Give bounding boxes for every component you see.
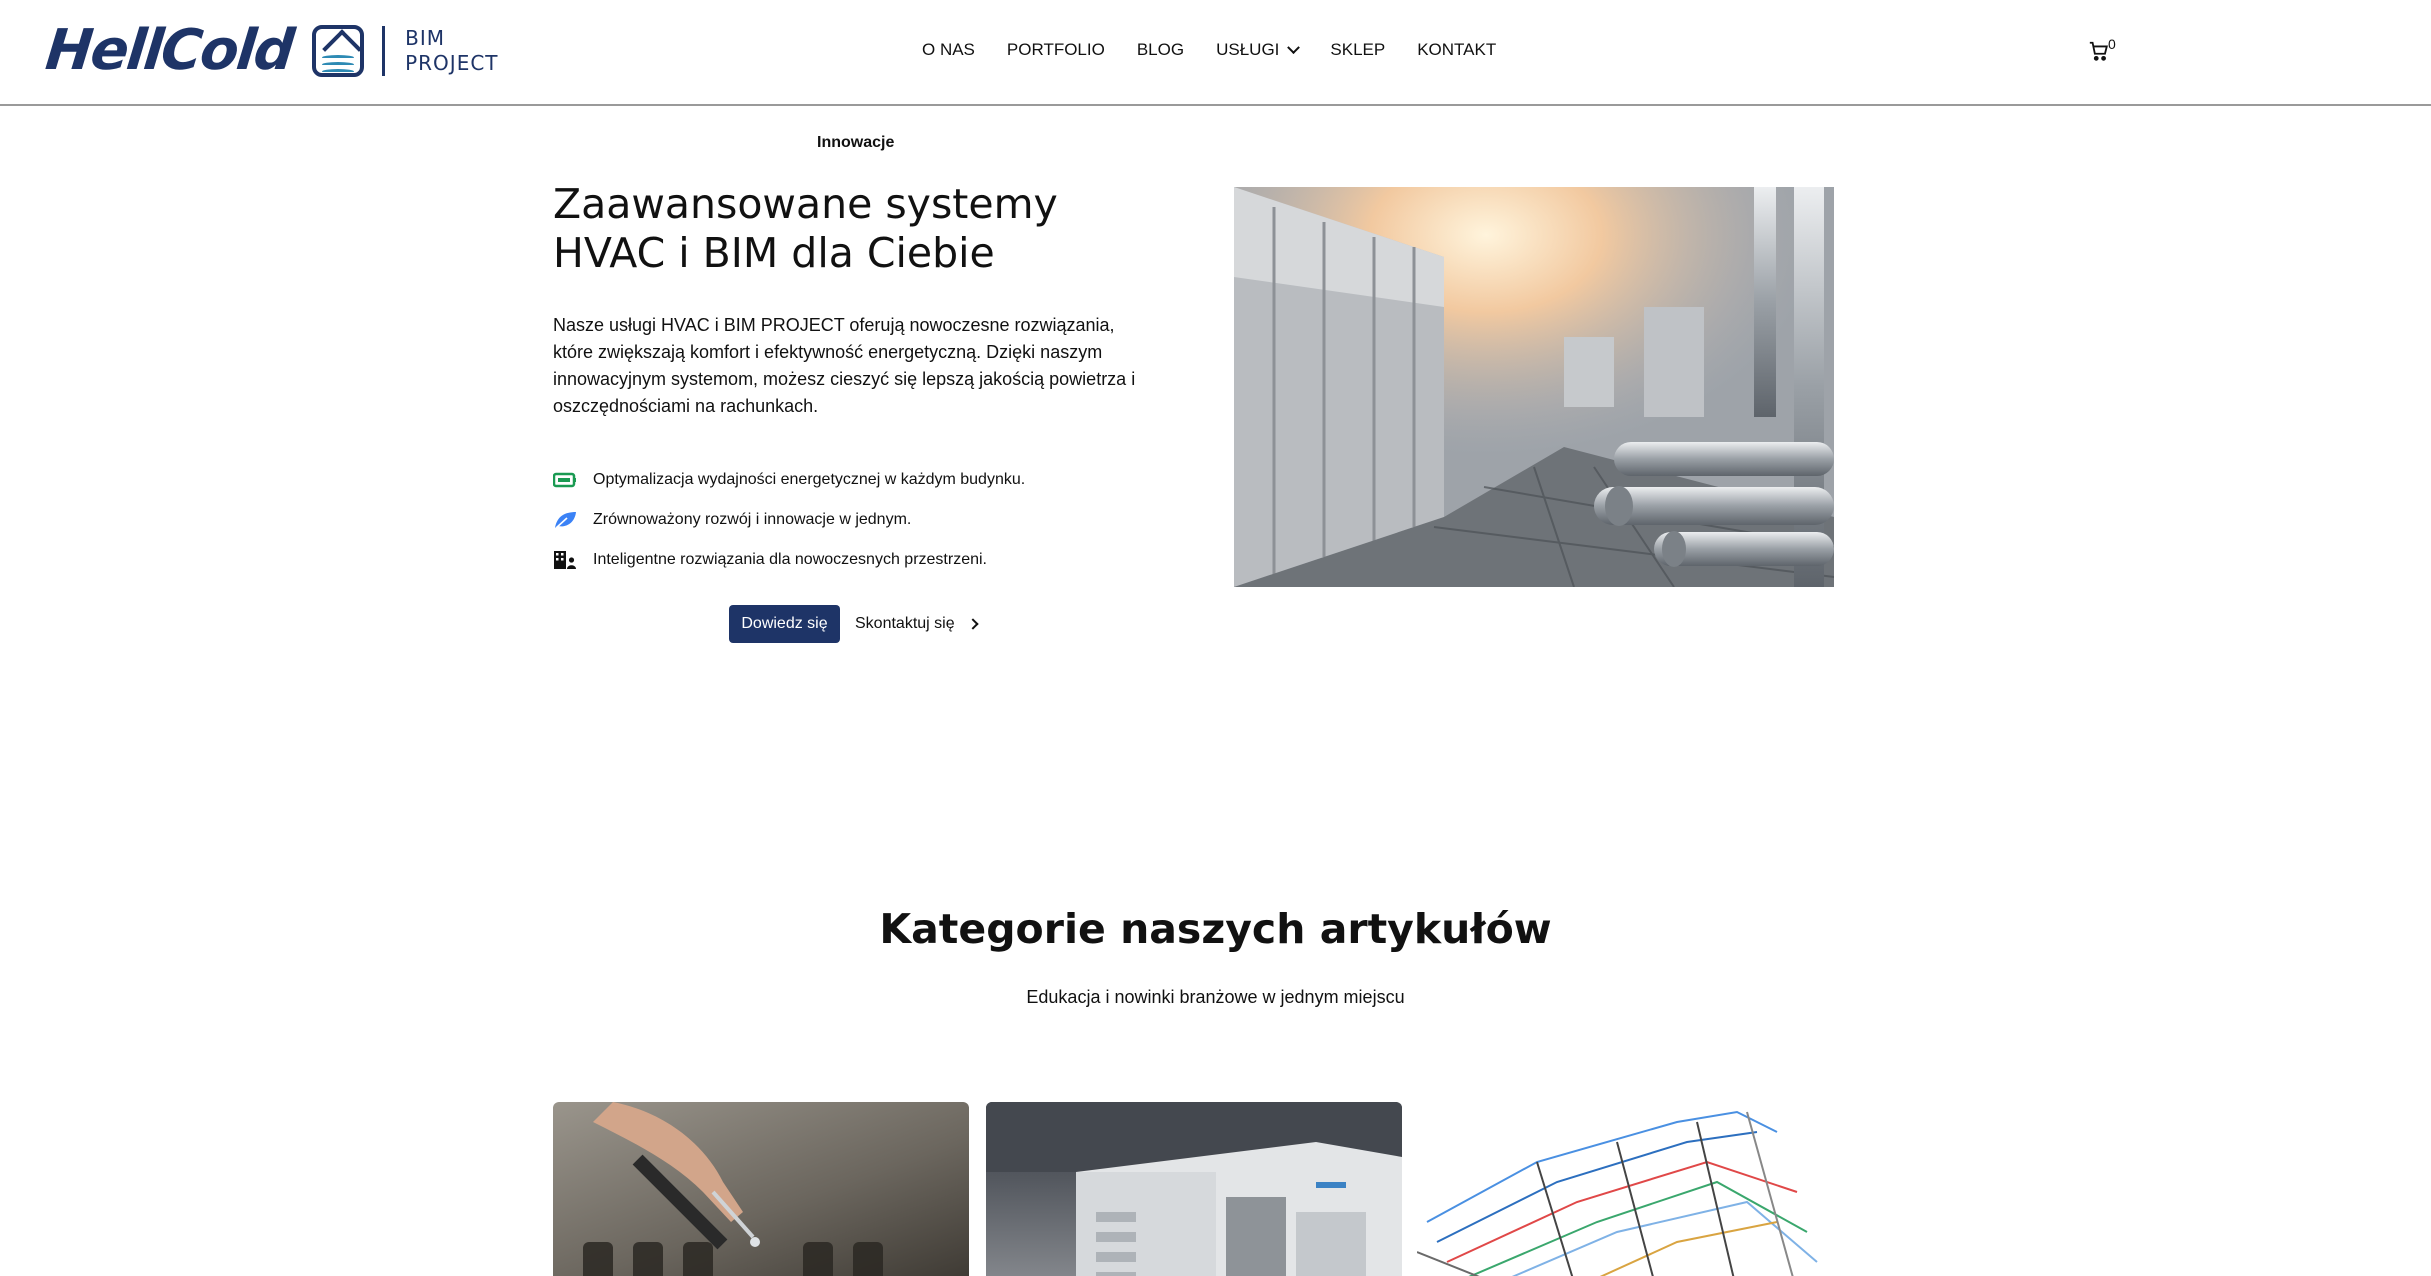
site-header: HellCold BIM PROJECT O NAS PORTFOLIO BLO…: [0, 0, 2431, 106]
feature-list: Optymalizacja wydajności energetycznej w…: [553, 460, 1025, 580]
cart-icon: [2089, 41, 2108, 61]
nav-item-kontakt[interactable]: KONTAKT: [1417, 40, 1496, 60]
battery-icon: [553, 470, 577, 490]
main-nav: O NAS PORTFOLIO BLOG USŁUGI SKLEP KONTAK…: [922, 40, 1528, 60]
feature-text: Optymalizacja wydajności energetycznej w…: [593, 471, 1026, 488]
hero-tagline: Innowacje: [817, 134, 895, 151]
learn-more-button[interactable]: Dowiedz się: [729, 605, 840, 643]
nav-item-uslugi[interactable]: USŁUGI: [1216, 40, 1301, 60]
nav-item-blog[interactable]: BLOG: [1137, 40, 1184, 60]
logo-subtitle: BIM PROJECT: [405, 26, 499, 75]
categories-title: Kategorie naszych artykułów: [879, 905, 1552, 953]
feature-text: Zrównoważony rozwój i innowacje w jednym…: [593, 511, 912, 528]
hero-description: Nasze usługi HVAC i BIM PROJECT oferują …: [553, 315, 1136, 416]
cart-count-badge: 0: [2108, 36, 2116, 52]
category-card-image-2[interactable]: [986, 1102, 1402, 1276]
nav-item-o-nas[interactable]: O NAS: [922, 40, 975, 60]
contact-link[interactable]: Skontaktuj się: [855, 605, 979, 643]
contact-link-label: Skontaktuj się: [855, 615, 955, 632]
list-item: Inteligentne rozwiązania dla nowoczesnyc…: [553, 540, 1025, 580]
nav-item-portfolio[interactable]: PORTFOLIO: [1007, 40, 1105, 60]
list-item: Zrównoważony rozwój i innowacje w jednym…: [553, 500, 1025, 540]
logo-divider: [382, 26, 386, 76]
brand-logo[interactable]: HellCold BIM PROJECT: [42, 18, 499, 83]
chevron-right-icon: [966, 618, 979, 630]
logo-wordmark: HellCold: [42, 18, 296, 83]
leaf-icon: [553, 510, 577, 530]
category-card-image-1[interactable]: [553, 1102, 969, 1276]
list-item: Optymalizacja wydajności energetycznej w…: [553, 460, 1025, 500]
category-card-image-3[interactable]: [1417, 1102, 1833, 1276]
nav-item-uslugi-label: USŁUGI: [1216, 40, 1280, 59]
house-wave-icon: [312, 25, 365, 77]
hero-hvac-image: [1234, 187, 1834, 587]
categories-subtitle: Edukacja i nowinki branżowe w jednym mie…: [1026, 987, 1405, 1007]
building-user-icon: [553, 550, 577, 570]
chevron-down-icon: [1287, 40, 1301, 54]
cart-button[interactable]: 0: [2088, 36, 2116, 64]
hero-title: Zaawansowane systemy HVAC i BIM dla Cieb…: [553, 180, 1058, 277]
nav-item-sklep[interactable]: SKLEP: [1330, 40, 1385, 60]
feature-text: Inteligentne rozwiązania dla nowoczesnyc…: [593, 551, 987, 568]
